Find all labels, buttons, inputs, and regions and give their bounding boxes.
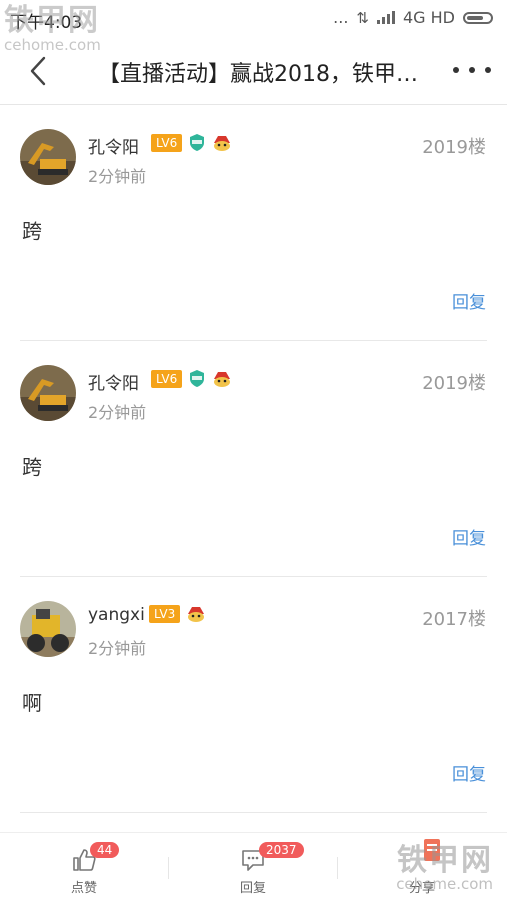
signal-icon xyxy=(376,11,395,24)
floor-number: 2017楼 xyxy=(422,609,486,630)
post-time: 2分钟前 xyxy=(88,639,147,658)
more-options-icon[interactable] xyxy=(453,56,491,84)
like-label: 点赞 xyxy=(70,881,97,896)
verified-shield-icon xyxy=(188,133,206,152)
reply-post: 孔令阳 LV6 2019楼 2分钟前 跨 回复 xyxy=(0,341,507,577)
watermark-bottom-right: 铁甲网 cehome.com xyxy=(396,846,493,892)
top-nav-bar: 【直播活动】赢战2018，铁甲… xyxy=(0,44,507,100)
level-badge: LV6 xyxy=(151,369,183,388)
mascot-icon xyxy=(212,134,232,152)
post-content: 跨 xyxy=(22,455,42,479)
mascot-icon xyxy=(186,605,206,623)
reply-label: 回复 xyxy=(239,881,266,896)
watermark-domain: cehome.com xyxy=(396,875,493,893)
battery-icon xyxy=(463,11,493,24)
watermark-brand: 铁甲网 xyxy=(397,843,493,878)
avatar[interactable] xyxy=(20,365,76,421)
post-content: 啊 xyxy=(22,691,42,715)
like-tab[interactable]: 44 点赞 xyxy=(0,833,168,901)
status-icons: ... ⇅ 4G HD xyxy=(333,8,493,27)
avatar[interactable] xyxy=(20,129,76,185)
level-badge: LV3 xyxy=(149,605,181,623)
avatar[interactable] xyxy=(20,601,76,657)
username[interactable]: 孔令阳 xyxy=(88,369,139,394)
data-transfer-icon: ⇅ xyxy=(356,8,369,27)
reply-button[interactable]: 回复 xyxy=(452,760,486,785)
network-type: 4G HD xyxy=(402,8,455,27)
mascot-icon xyxy=(212,370,232,388)
level-badge: LV6 xyxy=(151,133,183,152)
user-badges: LV6 xyxy=(151,369,232,388)
back-icon[interactable] xyxy=(24,54,54,88)
reply-button[interactable]: 回复 xyxy=(452,524,486,549)
reply-count-badge: 2037 xyxy=(259,842,304,858)
post-time: 2分钟前 xyxy=(88,403,147,422)
username[interactable]: yangxi xyxy=(88,605,145,625)
username[interactable]: 孔令阳 xyxy=(88,133,139,158)
post-divider xyxy=(20,812,487,813)
watermark-brand: 铁甲网 xyxy=(4,3,100,38)
like-count-badge: 44 xyxy=(90,842,120,858)
post-content: 跨 xyxy=(22,219,42,243)
reply-post: yangxi LV3 2017楼 2分钟前 啊 回复 xyxy=(0,577,507,813)
floor-number: 2019楼 xyxy=(422,137,486,158)
user-badges: LV6 xyxy=(151,133,232,152)
reply-button[interactable]: 回复 xyxy=(452,288,486,313)
reply-post: 孔令阳 LV6 2019楼 2分钟前 跨 回复 xyxy=(0,105,507,341)
verified-shield-icon xyxy=(188,369,206,388)
user-badges: LV3 xyxy=(149,605,206,623)
page-title: 【直播活动】赢战2018，铁甲… xyxy=(98,62,418,87)
post-time: 2分钟前 xyxy=(88,167,147,186)
notification-dots: ... xyxy=(333,8,349,27)
reply-tab[interactable]: 2037 回复 xyxy=(169,833,337,901)
floor-number: 2019楼 xyxy=(422,373,486,394)
